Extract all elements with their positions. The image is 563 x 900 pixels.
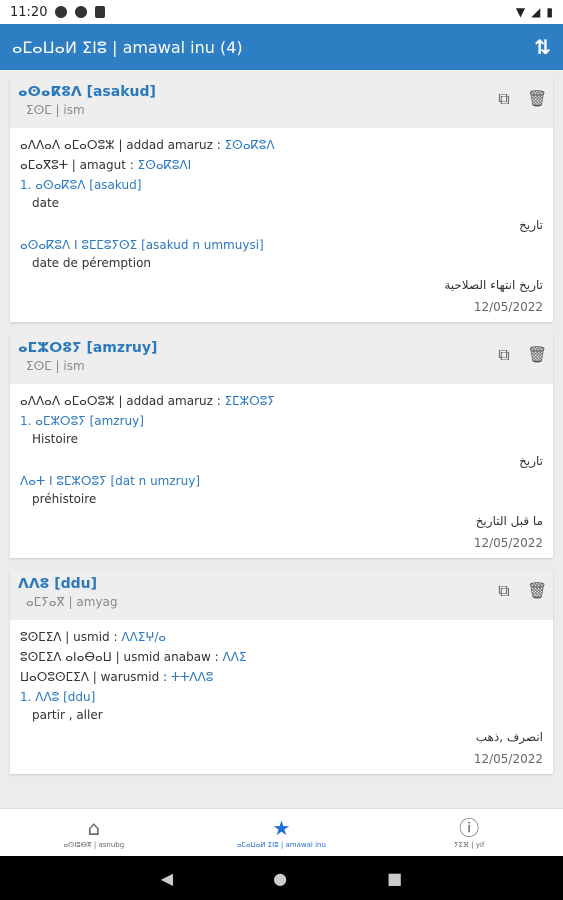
list-item[interactable]: [10, 800, 553, 808]
notification-icon: [75, 6, 88, 18]
status-time: 11:20: [10, 4, 48, 20]
french-translation: date de péremption: [32, 256, 152, 270]
system-navigation: ◀ ● ■: [0, 856, 563, 900]
card-body: ⵓⵙⵎⵉⴷ | usmid : ⴷⴷⵉⵖ/ⴰ ⵓⵙⵎⵉⴷ ⴰⵏⴰⴱⴰⵡ | usm…: [10, 620, 553, 774]
word-category: ⵉⵙⵎ | ism: [26, 359, 85, 373]
notification-icon: [55, 6, 68, 18]
signal-icon: ◢: [531, 5, 541, 19]
word-form-link[interactable]: ⴷⴷⵉⵖ/ⴰ: [121, 630, 166, 644]
word-form-row: ⴰⴷⴷⴰⴷ ⴰⵎⴰⵔⵓⵣ | addad amaruz : ⵉⵎⵣⵔⵓⵢ: [20, 394, 543, 408]
word-card[interactable]: ⴰⵎⵣⵔⵓⵢ [amzruy] ⵉⵙⵎ | ism ⧉ 🗑 ⴰⴷⴷⴰⴷ ⴰⵎⴰⵔⵓⵣ |…: [10, 334, 553, 558]
french-translation: préhistoire: [32, 492, 97, 506]
home-button-icon[interactable]: ●: [273, 869, 287, 888]
word-form-row: ⴰⵎⴰⴳⵓⵜ | amagut : ⵉⵙⴰⴽⵓⴷⵏ: [20, 158, 543, 172]
french-translation: date: [32, 196, 60, 210]
copy-icon[interactable]: ⧉: [495, 90, 513, 108]
word-form-row: ⴰⴷⴷⴰⴷ ⴰⵎⴰⵔⵓⵣ | addad amaruz : ⵉⵙⴰⴽⵓⴷ: [20, 138, 543, 152]
nav-info[interactable]: ⓘ ⵢⵉⴼ | yif: [375, 809, 563, 857]
word-form-label: ⴰⴷⴷⴰⴷ ⴰⵎⴰⵔⵓⵣ | addad amaruz :: [20, 138, 225, 152]
star-icon: ★: [272, 816, 291, 840]
arabic-translation: انصرف ,ذهب: [475, 730, 543, 744]
delete-icon[interactable]: 🗑: [527, 346, 547, 364]
bottom-navigation: ⌂ ⴰⵙⵏⵓⴱⴳ | asnubg ★ ⴰⵎⴰⵡⴰⵍ ⵉⵏⵓ | amawal …: [0, 808, 563, 857]
saved-date: 12/05/2022: [473, 536, 543, 550]
recents-icon[interactable]: ■: [387, 869, 402, 888]
sense-heading[interactable]: 1. ⴷⴷⵓ [ddu]: [20, 690, 543, 704]
word-title[interactable]: ⴰⵙⴰⴽⵓⴷ [asakud]: [18, 84, 545, 100]
word-form-row: ⵡⴰⵔⵓⵙⵎⵉⴷ | warusmid : ⵜⵜⴷⴷⵓ: [20, 670, 543, 684]
word-card[interactable]: ⴷⴷⵓ [ddu] ⴰⵎⵢⴰⴳ | amyag ⧉ 🗑 ⵓⵙⵎⵉⴷ | usmid : …: [10, 570, 553, 774]
nav-favorites[interactable]: ★ ⴰⵎⴰⵡⴰⵍ ⵉⵏⵓ | amawal inu: [188, 809, 376, 857]
wifi-icon: ▼: [515, 5, 526, 19]
sim-icon: [95, 6, 106, 18]
sense-heading[interactable]: ⴷⴰⵜ ⵏ ⵓⵎⵣⵔⵓⵢ [dat n umzruy]: [20, 474, 543, 488]
home-icon: ⌂: [87, 816, 101, 840]
french-translation: Histoire: [32, 432, 79, 446]
nav-home[interactable]: ⌂ ⴰⵙⵏⵓⴱⴳ | asnubg: [0, 809, 188, 857]
card-body: ⴰⴷⴷⴰⴷ ⴰⵎⴰⵔⵓⵣ | addad amaruz : ⵉⵙⴰⴽⵓⴷ ⴰⵎⴰⴳ…: [10, 128, 553, 322]
arabic-translation: ما قبل التاريخ: [475, 514, 543, 528]
french-translation: partir , aller: [32, 708, 103, 722]
delete-icon[interactable]: 🗑: [527, 90, 547, 108]
app-bar: ⴰⵎⴰⵡⴰⵍ ⵉⵏⵓ | amawal inu (4) ⇅: [0, 24, 563, 70]
saved-date: 12/05/2022: [473, 300, 543, 314]
word-category: ⵉⵙⵎ | ism: [26, 103, 85, 117]
word-form-label: ⴰⵎⴰⴳⵓⵜ | amagut :: [20, 158, 138, 172]
back-icon[interactable]: ◀: [161, 869, 173, 888]
arabic-translation: تاريخ: [519, 218, 543, 232]
word-form-label: ⴰⴷⴷⴰⴷ ⴰⵎⴰⵔⵓⵣ | addad amaruz :: [20, 394, 225, 408]
word-form-label: ⵓⵙⵎⵉⴷ ⴰⵏⴰⴱⴰⵡ | usmid anabaw :: [20, 650, 223, 664]
saved-date: 12/05/2022: [473, 752, 543, 766]
card-body: ⴰⴷⴷⴰⴷ ⴰⵎⴰⵔⵓⵣ | addad amaruz : ⵉⵎⵣⵔⵓⵢ 1. ⴰ…: [10, 384, 553, 558]
nav-favorites-label: ⴰⵎⴰⵡⴰⵍ ⵉⵏⵓ | amawal inu: [237, 841, 326, 849]
battery-icon: ▮: [546, 5, 553, 19]
info-icon: ⓘ: [459, 816, 480, 840]
word-form-link[interactable]: ⴷⴷⵉ: [223, 650, 247, 664]
word-form-link[interactable]: ⵉⵎⵣⵔⵓⵢ: [225, 394, 275, 408]
card-header: ⴰⵙⴰⴽⵓⴷ [asakud] ⵉⵙⵎ | ism ⧉ 🗑: [10, 78, 553, 128]
word-category: ⴰⵎⵢⴰⴳ | amyag: [26, 595, 118, 609]
card-header: ⴰⵎⵣⵔⵓⵢ [amzruy] ⵉⵙⵎ | ism ⧉ 🗑: [10, 334, 553, 384]
word-form-row: ⵓⵙⵎⵉⴷ | usmid : ⴷⴷⵉⵖ/ⴰ: [20, 630, 543, 644]
word-title[interactable]: ⴰⵎⵣⵔⵓⵢ [amzruy]: [18, 340, 545, 356]
word-title[interactable]: ⴷⴷⵓ [ddu]: [18, 576, 545, 592]
arabic-translation: تاريخ: [519, 454, 543, 468]
card-header: ⴷⴷⵓ [ddu] ⴰⵎⵢⴰⴳ | amyag ⧉ 🗑: [10, 570, 553, 620]
sort-icon[interactable]: ⇅: [534, 35, 551, 59]
word-form-row: ⵓⵙⵎⵉⴷ ⴰⵏⴰⴱⴰⵡ | usmid anabaw : ⴷⴷⵉ: [20, 650, 543, 664]
copy-icon[interactable]: ⧉: [495, 582, 513, 600]
word-card[interactable]: ⴰⵙⴰⴽⵓⴷ [asakud] ⵉⵙⵎ | ism ⧉ 🗑 ⴰⴷⴷⴰⴷ ⴰⵎⴰⵔⵓⵣ |…: [10, 78, 553, 322]
status-bar: 11:20 ▼ ◢ ▮: [0, 0, 563, 24]
sense-heading[interactable]: 1. ⴰⵎⵣⵔⵓⵢ [amzruy]: [20, 414, 543, 428]
delete-icon[interactable]: 🗑: [527, 582, 547, 600]
page-title: ⴰⵎⴰⵡⴰⵍ ⵉⵏⵓ | amawal inu (4): [12, 37, 243, 57]
copy-icon[interactable]: ⧉: [495, 346, 513, 364]
word-form-link[interactable]: ⵜⵜⴷⴷⵓ: [171, 670, 213, 684]
word-form-label: ⵡⴰⵔⵓⵙⵎⵉⴷ | warusmid :: [20, 670, 171, 684]
arabic-translation: تاريخ انتهاء الصلاحية: [444, 278, 543, 292]
sense-heading[interactable]: ⴰⵙⴰⴽⵓⴷ ⵏ ⵓⵎⵎⵓⵢⵙⵉ [asakud n ummuysi]: [20, 238, 543, 252]
nav-home-label: ⴰⵙⵏⵓⴱⴳ | asnubg: [63, 841, 125, 849]
sense-heading[interactable]: 1. ⴰⵙⴰⴽⵓⴷ [asakud]: [20, 178, 543, 192]
favorites-list: ⴰⵙⴰⴽⵓⴷ [asakud] ⵉⵙⵎ | ism ⧉ 🗑 ⴰⴷⴷⴰⴷ ⴰⵎⴰⵔⵓⵣ |…: [10, 78, 553, 786]
word-form-label: ⵓⵙⵎⵉⴷ | usmid :: [20, 630, 122, 644]
word-form-link[interactable]: ⵉⵙⴰⴽⵓⴷⵏ: [138, 158, 192, 172]
word-form-link[interactable]: ⵉⵙⴰⴽⵓⴷ: [225, 138, 275, 152]
nav-info-label: ⵢⵉⴼ | yif: [454, 841, 485, 849]
